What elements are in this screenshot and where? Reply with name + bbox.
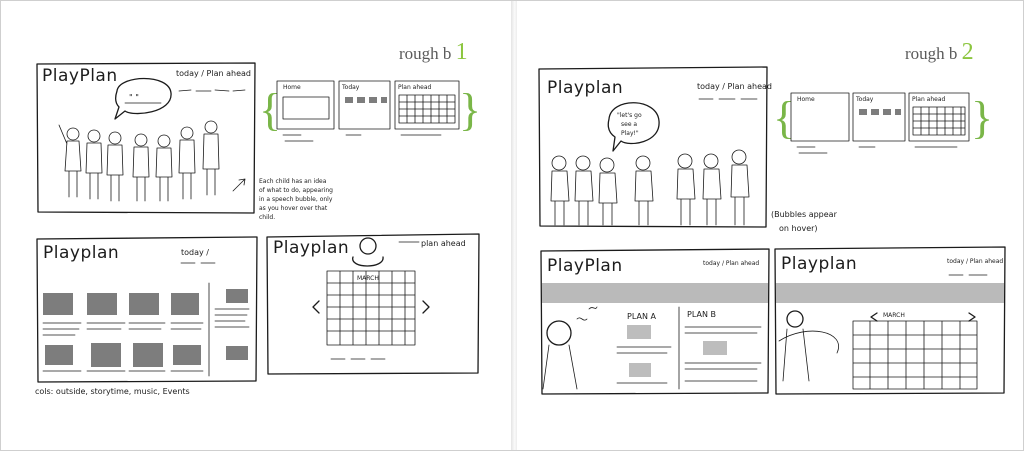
svg-text:child.: child. bbox=[259, 214, 275, 221]
annotation-2: (Bubbles appear on hover) bbox=[771, 210, 838, 233]
svg-text:}: } bbox=[971, 92, 993, 143]
page-rough-b1: rough b 1 PlayPlan today / Plan ahead " … bbox=[1, 1, 511, 450]
storyboard-spread: rough b 1 PlayPlan today / Plan ahead " … bbox=[0, 0, 1024, 451]
home-frame-nav: today / Plan ahead bbox=[176, 69, 251, 78]
svg-text:as you hover over that: as you hover over that bbox=[259, 205, 328, 212]
svg-text:see a: see a bbox=[621, 121, 637, 128]
plan2-nav: today / Plan ahead bbox=[947, 258, 1003, 265]
today-frame-sketch: Playplan today / bbox=[36, 236, 258, 383]
plan2-month: MARCH bbox=[883, 312, 905, 319]
plan-frame2-sketch: Playplan today / Plan ahead MARCH bbox=[774, 246, 1006, 395]
cols-note: cols: outside, storytime, music, Events bbox=[35, 387, 190, 396]
rough-b2-label: rough b 2 bbox=[905, 39, 974, 65]
svg-text:Each child has an idea: Each child has an idea bbox=[259, 178, 327, 185]
plan-a-label: PLAN A bbox=[627, 312, 656, 321]
thumb-plan-label: Plan ahead bbox=[398, 84, 432, 91]
svg-text:in a speech bubble, only: in a speech bubble, only bbox=[259, 196, 333, 203]
plan2-title: Playplan bbox=[781, 254, 857, 274]
svg-text:(Bubbles appear: (Bubbles appear bbox=[771, 210, 838, 219]
svg-text:"let's go: "let's go bbox=[617, 112, 642, 119]
thumb-today-label: Today bbox=[341, 84, 360, 91]
plan-frame-sketch: Playplan plan ahead MARCH bbox=[266, 233, 480, 375]
brace-right: } bbox=[459, 84, 481, 135]
home-frame-title: PlayPlan bbox=[42, 66, 118, 86]
rough-b2-sketches: rough b 2 Playplan today / Plan ahead "l… bbox=[538, 39, 1006, 395]
brace-left: { bbox=[259, 84, 281, 135]
svg-text:on hover): on hover) bbox=[779, 224, 818, 233]
today-frame-nav: today / bbox=[181, 248, 209, 257]
thumb-home-label: Home bbox=[283, 84, 301, 91]
svg-text:Play!": Play!" bbox=[621, 130, 639, 137]
sitemap-thumbnails: { } Home Today Plan ahead bbox=[259, 80, 481, 142]
home-bubble-text: " " bbox=[129, 93, 139, 102]
home2-title: Playplan bbox=[547, 78, 623, 98]
today2-nav: today / Plan ahead bbox=[703, 260, 759, 267]
rough-b1-sketches: rough b 1 PlayPlan today / Plan ahead " … bbox=[35, 39, 481, 396]
svg-text:of what to do, appearing: of what to do, appearing bbox=[259, 187, 333, 194]
plan-month: MARCH bbox=[357, 275, 379, 282]
svg-text:Plan ahead: Plan ahead bbox=[912, 96, 946, 103]
svg-text:{: { bbox=[773, 92, 795, 143]
today-frame2-sketch: PlayPlan today / Plan ahead PLAN A PLAN … bbox=[540, 248, 770, 395]
page-rough-b2: rough b 2 Playplan today / Plan ahead "l… bbox=[517, 1, 1023, 450]
plan-frame-title: Playplan bbox=[273, 238, 349, 258]
home2-nav: today / Plan ahead bbox=[697, 82, 772, 91]
home-frame2-sketch: Playplan today / Plan ahead "let's go se… bbox=[538, 66, 772, 228]
sitemap-thumbnails-2: { } Home Today Plan ahead bbox=[773, 92, 993, 154]
plan-frame-nav: plan ahead bbox=[421, 239, 466, 248]
plan-b-label: PLAN B bbox=[687, 310, 716, 319]
home-frame-sketch: PlayPlan today / Plan ahead " " bbox=[36, 62, 256, 214]
rough-b1-label: rough b 1 bbox=[399, 39, 468, 65]
today2-title: PlayPlan bbox=[547, 256, 623, 276]
children-group bbox=[58, 120, 220, 202]
children-group-2 bbox=[550, 149, 750, 226]
today-frame-title: Playplan bbox=[43, 243, 119, 263]
annotation-1: Each child has an idea of what to do, ap… bbox=[259, 178, 333, 221]
svg-text:Home: Home bbox=[797, 96, 815, 103]
svg-text:Today: Today bbox=[855, 96, 874, 103]
